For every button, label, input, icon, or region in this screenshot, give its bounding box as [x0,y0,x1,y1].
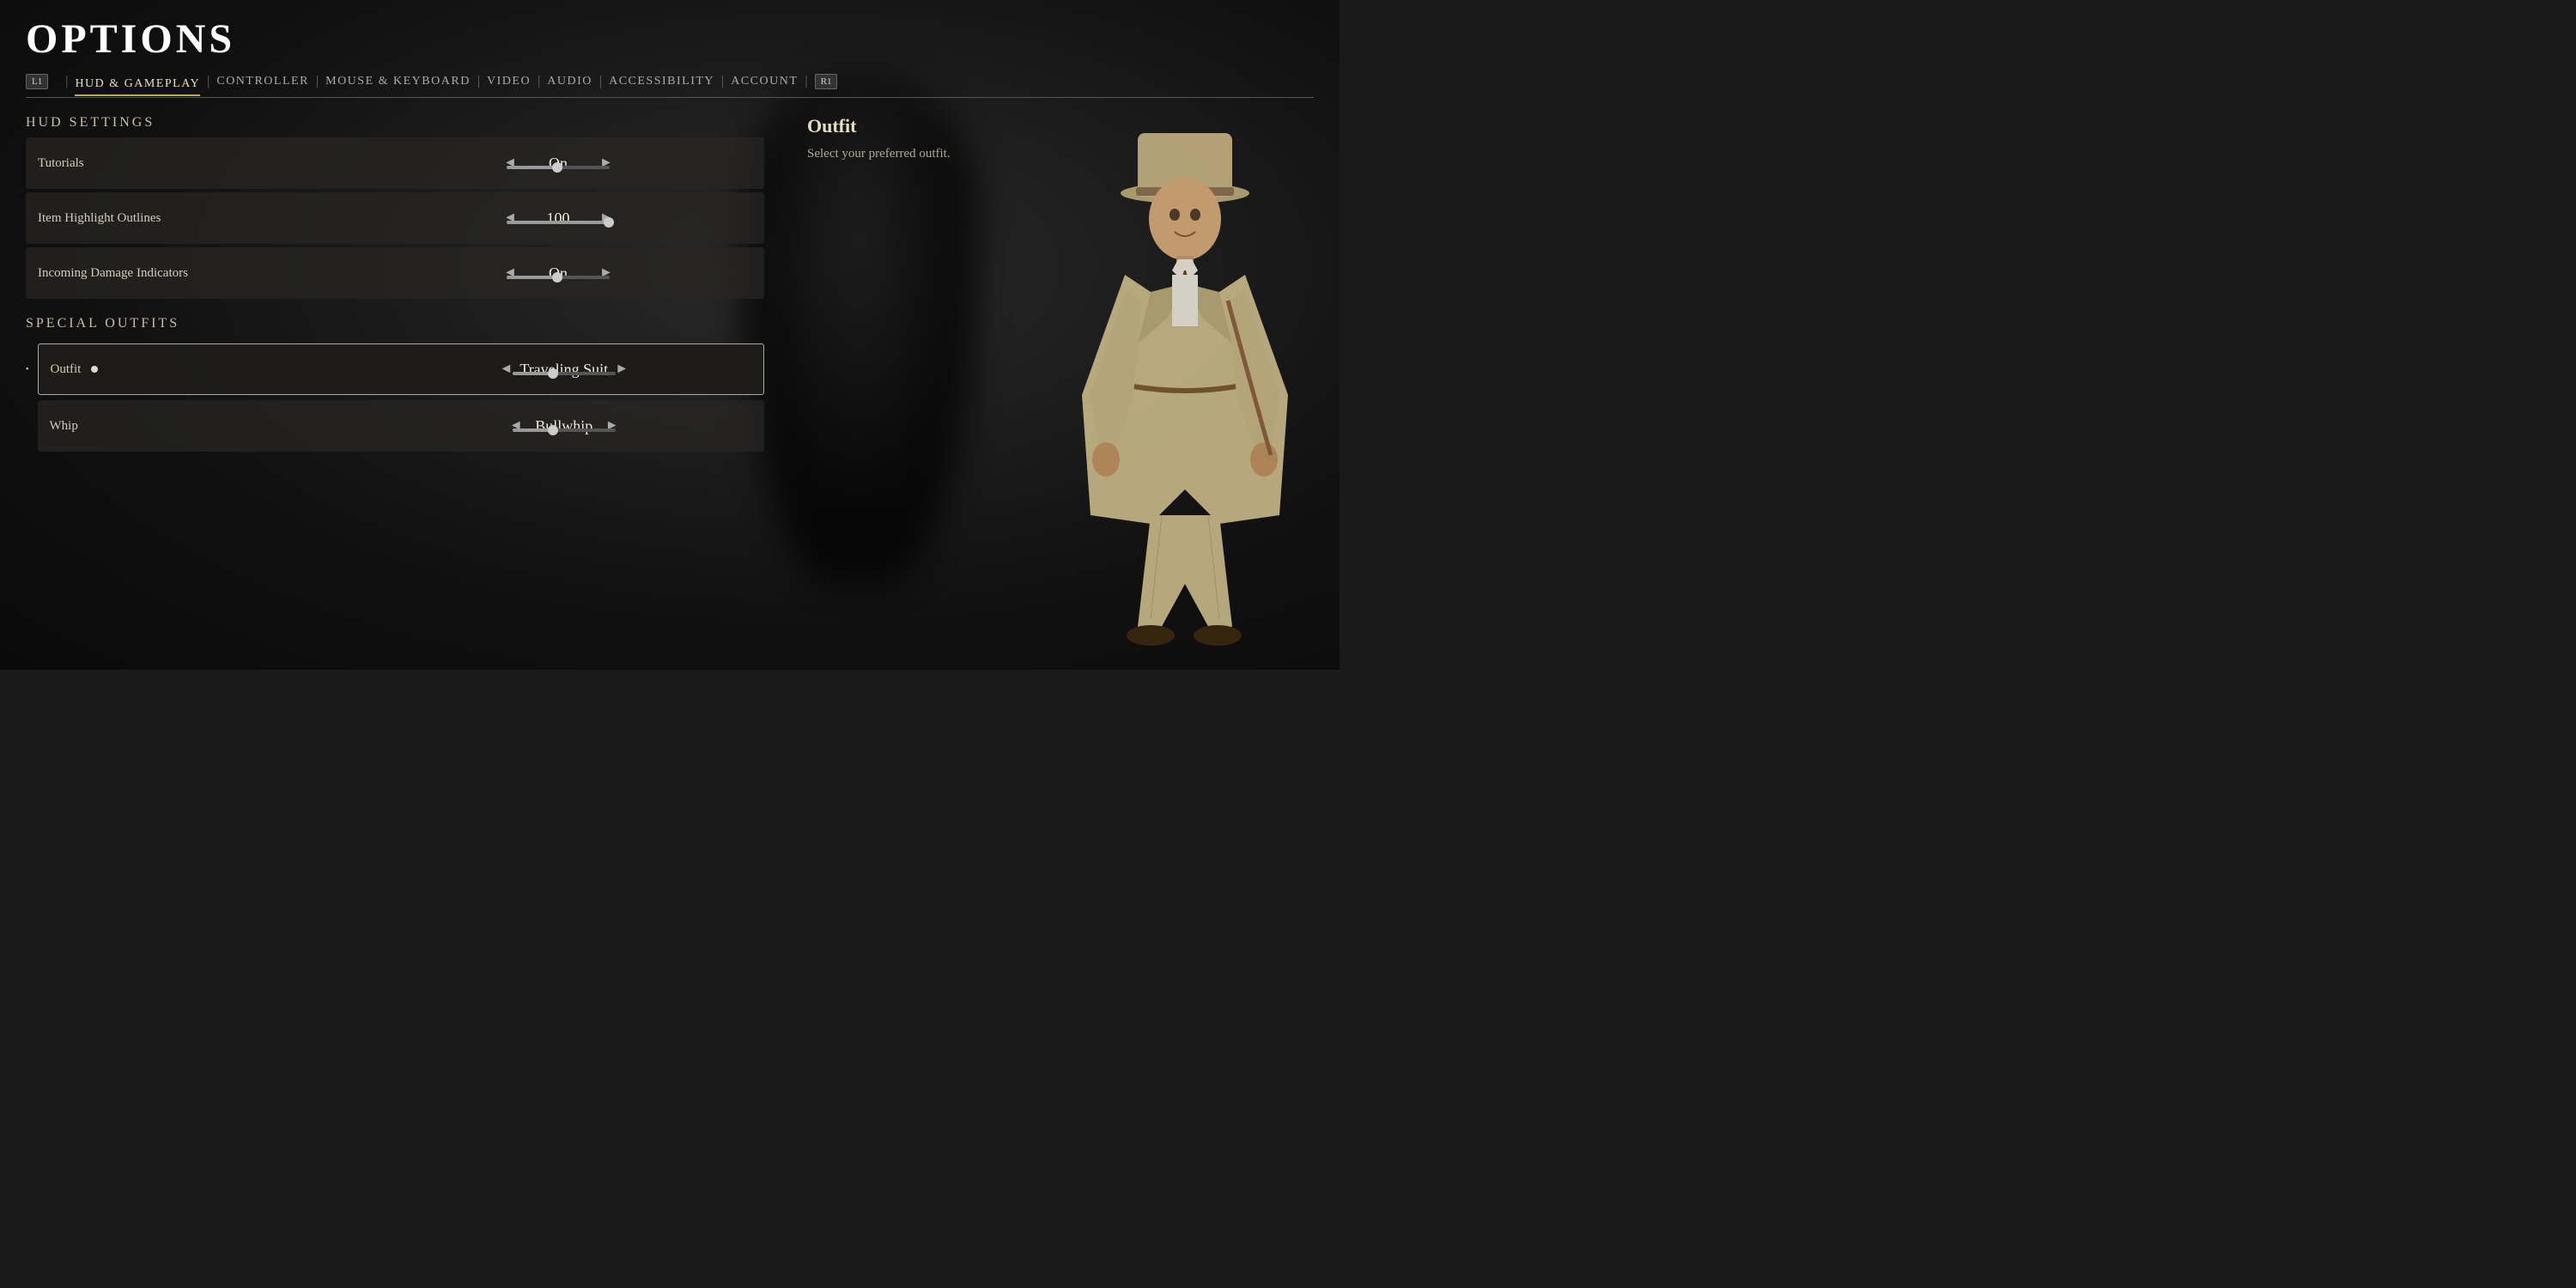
item-highlight-slider-thumb [604,217,614,228]
hud-section-title: HUD SETTINGS [26,115,764,131]
right-panel: Outfit Select your preferred outfit. [790,115,1314,653]
tutorials-control: ◄ On ► [364,152,752,174]
outfits-section-title: SPECIAL OUTFITS [26,316,764,331]
damage-indicators-control: ◄ On ► [364,262,752,284]
item-highlight-slider-fill [507,221,610,224]
nav-item-video[interactable]: VIDEO [487,71,531,92]
nav-sep-3: | [477,74,480,89]
outfit-slider-thumb [548,368,558,379]
outfit-value: Traveling Suit [519,361,608,379]
tutorials-arrow-left[interactable]: ◄ [496,152,524,174]
tutorials-slider-fill [507,166,558,169]
damage-indicators-label: Incoming Damage Indicators [38,266,364,281]
nav-sep-4: | [538,74,540,89]
nav-sep-5: | [599,74,602,89]
outfit-inner-dot [91,366,98,373]
main-container: OPTIONS L1 | HUD & GAMEPLAY | CONTROLLER… [0,0,1340,670]
tutorials-slider[interactable] [507,166,610,169]
whip-value: Bullwhip [530,417,598,435]
tutorials-label: Tutorials [38,156,364,171]
left-panel: HUD SETTINGS Tutorials ◄ On ► [26,115,764,653]
nav-item-accessibility[interactable]: ACCESSIBILITY [609,71,714,92]
whip-row-wrapper: • Whip ◄ Bullwhip ► [26,400,764,452]
outfit-control: ◄ Traveling Suit ► [377,358,751,380]
nav-sep-0: | [65,74,68,89]
nav-item-controller[interactable]: CONTROLLER [216,71,309,92]
outfit-arrow-left[interactable]: ◄ [492,358,519,380]
nav-item-account[interactable]: ACCOUNT [731,71,798,92]
item-highlight-value: 100 [524,210,592,228]
item-highlight-control: ◄ 100 ► [364,207,752,229]
outfit-bullet: • [26,365,29,374]
outfits-section: SPECIAL OUTFITS • Outfit ◄ Traveling Sui… [26,316,764,452]
nav-item-mouse-keyboard[interactable]: MOUSE & KEYBOARD [325,71,471,92]
whip-slider[interactable] [513,428,616,432]
nav-sep-2: | [316,74,319,89]
right-badge[interactable]: R1 [815,74,838,89]
outfit-label-text: Outfit [51,362,82,376]
nav-item-hud-gameplay[interactable]: HUD & GAMEPLAY [75,74,200,96]
outfit-slider[interactable] [513,372,616,375]
damage-indicators-arrow-left[interactable]: ◄ [496,262,524,284]
hud-settings-list: Tutorials ◄ On ► Item [26,137,764,299]
tutorials-row: Tutorials ◄ On ► [26,137,764,189]
content-area: HUD SETTINGS Tutorials ◄ On ► [0,98,1340,670]
outfit-panel-title: Outfit [807,115,1314,137]
nav-sep-6: | [721,74,724,89]
item-highlight-arrow-left[interactable]: ◄ [496,207,524,229]
outfit-row-wrapper: • Outfit ◄ Traveling Suit ► [26,343,764,395]
damage-indicators-arrow-right[interactable]: ► [592,262,620,284]
outfit-panel-description: Select your preferred outfit. [807,144,1065,164]
page-title: OPTIONS [26,15,1314,63]
whip-row[interactable]: Whip ◄ Bullwhip ► [38,400,764,452]
whip-arrow-right[interactable]: ► [598,415,626,437]
item-highlight-label: Item Highlight Outlines [38,211,364,226]
damage-indicators-slider-thumb [552,272,562,283]
whip-slider-thumb [548,425,558,435]
tutorials-slider-thumb [552,162,562,173]
whip-control: ◄ Bullwhip ► [376,415,752,437]
nav-sep-1: | [207,74,210,89]
damage-indicators-slider[interactable] [507,276,610,279]
damage-indicators-slider-fill [507,276,558,279]
nav-bar: L1 | HUD & GAMEPLAY | CONTROLLER | MOUSE… [26,71,1314,98]
outfit-arrow-right[interactable]: ► [608,358,635,380]
nav-sep-7: | [805,74,807,89]
item-highlight-slider[interactable] [507,221,610,224]
tutorials-arrow-right[interactable]: ► [592,152,620,174]
damage-indicators-row: Incoming Damage Indicators ◄ On ► [26,247,764,299]
whip-arrow-left[interactable]: ◄ [502,415,530,437]
outfit-label: Outfit [51,362,377,377]
item-highlight-row: Item Highlight Outlines ◄ 100 ► [26,192,764,244]
header: OPTIONS L1 | HUD & GAMEPLAY | CONTROLLER… [0,0,1340,98]
nav-item-audio[interactable]: AUDIO [547,71,592,92]
left-badge[interactable]: L1 [26,74,48,89]
whip-label: Whip [50,419,376,434]
hud-settings-section: HUD SETTINGS Tutorials ◄ On ► [26,115,764,299]
outfit-row[interactable]: Outfit ◄ Traveling Suit ► [38,343,764,395]
